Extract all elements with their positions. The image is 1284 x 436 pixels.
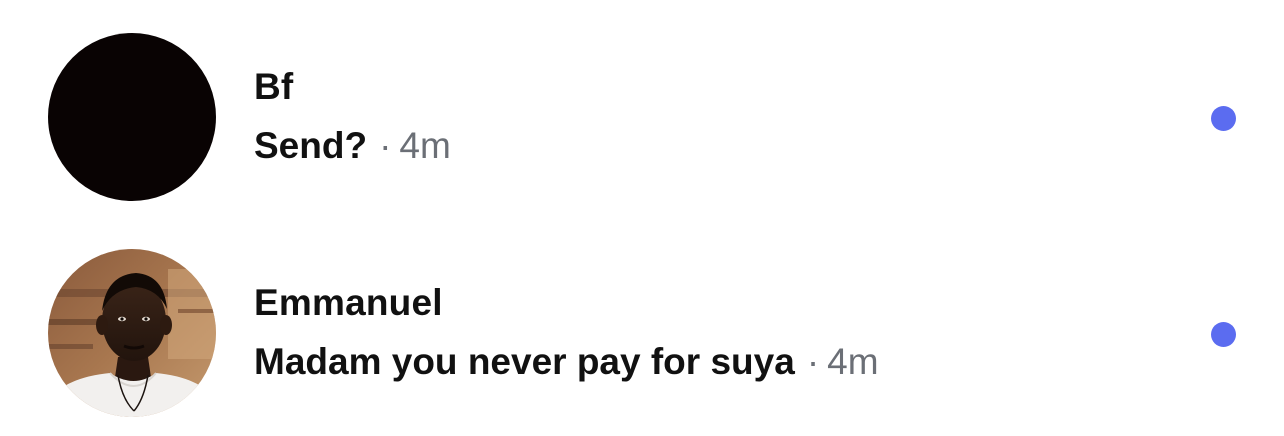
timestamp: 4m: [827, 341, 879, 382]
unread-indicator-icon: [1211, 322, 1236, 347]
contact-name: Bf: [254, 66, 294, 107]
message-preview-line: Send? · 4m: [254, 125, 451, 167]
dot-separator: ·: [379, 125, 392, 166]
conversation-row-bf[interactable]: Bf Send? · 4m: [0, 0, 1284, 216]
profile-photo-icon: [48, 249, 216, 417]
last-message-text: Madam you never pay for suya: [254, 341, 795, 382]
dot-separator: ·: [806, 341, 820, 382]
last-message-text: Send?: [254, 125, 368, 166]
conversation-list: Bf Send? · 4m Emmanuel Madam you never p…: [0, 0, 1284, 436]
avatar[interactable]: [48, 33, 216, 201]
conversation-row-emmanuel[interactable]: Emmanuel Madam you never pay for suya · 4m: [0, 216, 1284, 432]
contact-name: Emmanuel: [254, 282, 443, 323]
timestamp: 4m: [399, 125, 451, 166]
unread-indicator-icon: [1211, 106, 1236, 131]
message-preview-line: Madam you never pay for suya · 4m: [254, 341, 879, 383]
avatar[interactable]: [48, 249, 216, 417]
